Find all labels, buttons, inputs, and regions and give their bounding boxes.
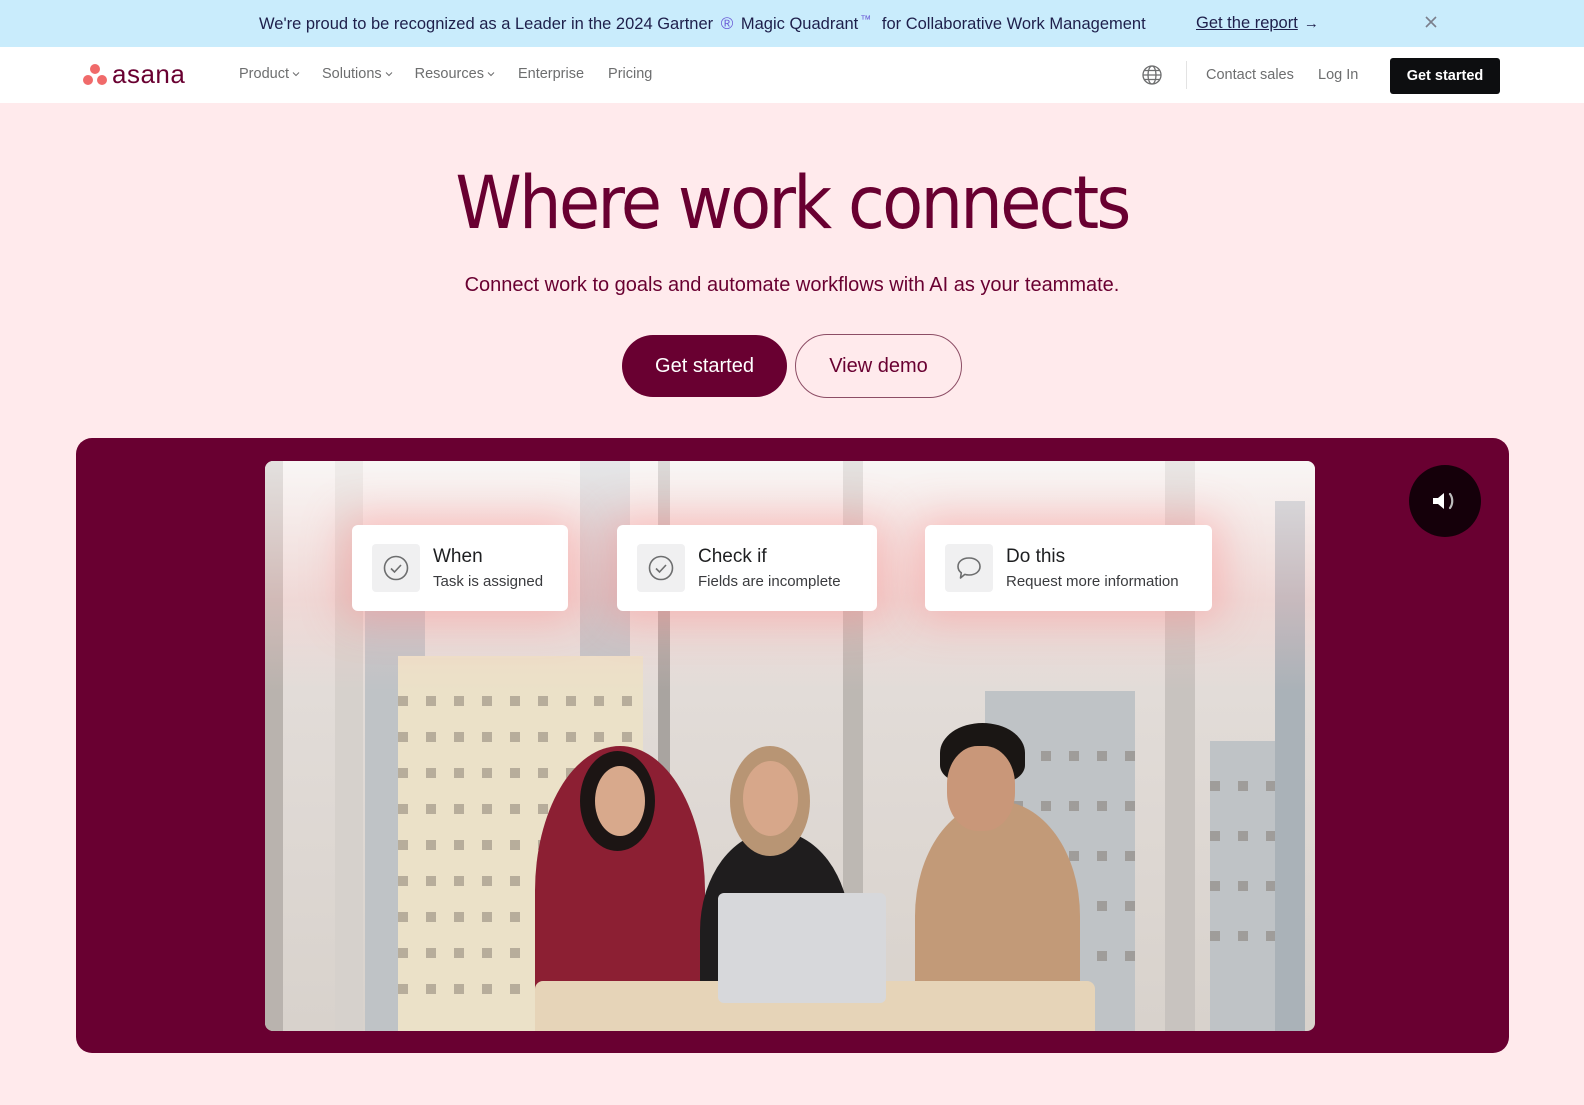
comment-icon	[957, 557, 981, 579]
nav-pricing[interactable]: Pricing	[608, 66, 652, 82]
workflow-card-when[interactable]: When Task is assigned	[352, 525, 568, 611]
top-navigation: asana Product Solutions Resources Enterp…	[0, 47, 1584, 103]
workflow-card-do-this[interactable]: Do this Request more information	[925, 525, 1212, 611]
card-icon-box	[945, 544, 993, 592]
person-middle-face	[743, 761, 798, 836]
logo-wordmark: asana	[112, 59, 186, 89]
trademark-mark: ™	[860, 14, 872, 26]
sound-toggle-button[interactable]	[1409, 465, 1481, 537]
check-circle-icon	[383, 555, 409, 581]
asana-logo-icon	[83, 62, 108, 86]
nav-enterprise-label: Enterprise	[517, 66, 585, 82]
chevron-down-icon	[487, 72, 495, 77]
nav-get-started-button[interactable]: Get started	[1390, 58, 1500, 94]
chevron-down-icon	[385, 72, 392, 77]
hero-subtitle: Connect work to goals and automate workf…	[464, 274, 1120, 296]
card-text: Do this Request more information	[1006, 546, 1179, 591]
check-circle-icon	[648, 555, 674, 581]
card-subtitle: Fields are incomplete	[698, 572, 841, 590]
arrow-right-icon: →	[1303, 15, 1319, 32]
nav-resources-label: Resources	[414, 66, 484, 82]
card-icon-box	[372, 544, 420, 592]
workflow-card-check-if[interactable]: Check if Fields are incomplete	[617, 525, 877, 611]
asana-logo[interactable]: asana	[83, 59, 186, 89]
registered-mark: ®	[720, 14, 734, 33]
view-demo-button[interactable]: View demo	[795, 334, 962, 398]
nav-solutions[interactable]: Solutions	[322, 66, 393, 82]
nav-enterprise[interactable]: Enterprise	[518, 66, 584, 82]
log-in-link[interactable]: Log In	[1318, 67, 1358, 83]
banner-text-before: We're proud to be recognized as a Leader…	[259, 15, 714, 33]
hero-title: Where work connects	[455, 161, 1131, 246]
announcement-banner: We're proud to be recognized as a Leader…	[0, 0, 1584, 47]
person-right-face	[947, 746, 1015, 831]
banner-text-mid: Magic Quadrant	[740, 15, 859, 33]
card-subtitle: Task is assigned	[433, 572, 544, 590]
nav-resources[interactable]: Resources	[415, 66, 495, 82]
laptop	[718, 893, 886, 1003]
card-title: When	[433, 545, 483, 567]
get-the-report-label: Get the report	[1196, 14, 1298, 32]
hero-get-started-button[interactable]: Get started	[622, 335, 787, 397]
close-icon[interactable]	[1420, 11, 1442, 33]
card-text: Check if Fields are incomplete	[698, 546, 841, 591]
banner-message: We're proud to be recognized as a Leader…	[259, 14, 1146, 34]
contact-sales-link[interactable]: Contact sales	[1206, 67, 1294, 83]
card-title: Check if	[698, 545, 767, 567]
nav-pricing-label: Pricing	[608, 66, 653, 82]
card-text: When Task is assigned	[433, 546, 543, 591]
chevron-down-icon	[292, 72, 300, 77]
nav-divider	[1186, 61, 1187, 89]
nav-solutions-label: Solutions	[321, 66, 382, 82]
nav-product[interactable]: Product	[239, 66, 300, 82]
card-subtitle: Request more information	[1006, 572, 1179, 590]
nav-product-label: Product	[239, 66, 289, 82]
card-title: Do this	[1006, 545, 1066, 567]
globe-icon[interactable]	[1141, 64, 1163, 86]
primary-nav-links: Product Solutions Resources Enterprise P…	[239, 66, 652, 82]
card-icon-box	[637, 544, 685, 592]
person-left-face	[595, 766, 645, 836]
speaker-icon	[1433, 492, 1454, 510]
get-the-report-link[interactable]: Get the report →	[1196, 14, 1319, 33]
banner-text-after: for Collaborative Work Management	[881, 15, 1146, 33]
